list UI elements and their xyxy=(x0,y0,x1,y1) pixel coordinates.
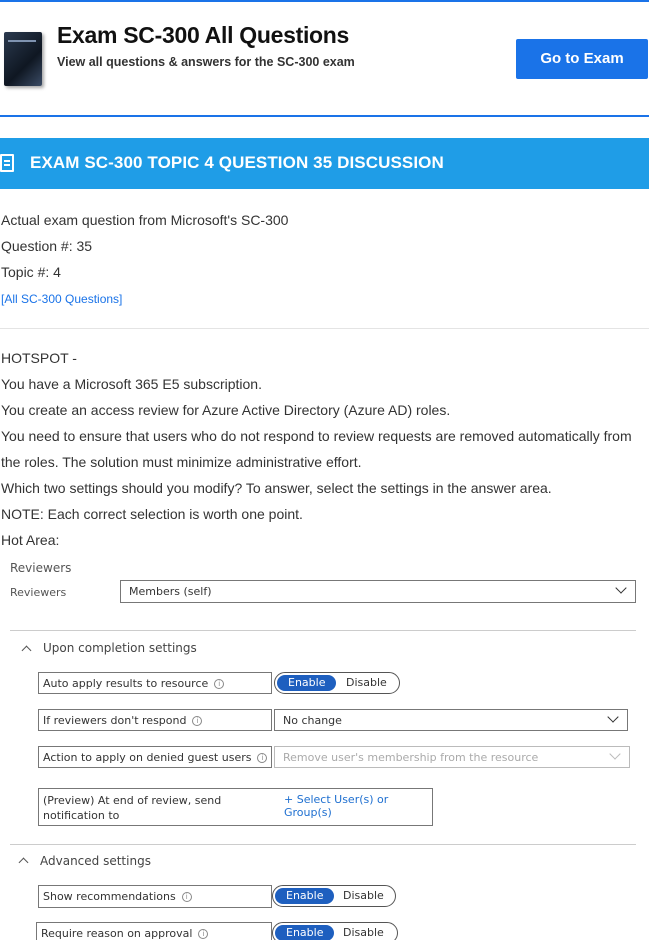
enable-option[interactable]: Enable xyxy=(275,888,335,904)
question-number: Question #: 35 xyxy=(1,238,93,254)
disable-option[interactable]: Disable xyxy=(343,926,384,939)
reviewers-label: Reviewers xyxy=(10,586,67,599)
select-users-link[interactable]: + Select User(s) or Group(s) xyxy=(284,793,432,819)
no-respond-label: If reviewers don't respond i xyxy=(43,714,203,727)
question-line: You create an access review for Azure Ac… xyxy=(1,402,451,418)
topic-number: Topic #: 4 xyxy=(1,264,61,280)
section-divider xyxy=(10,630,636,631)
denied-guest-label: Action to apply on denied guest users i xyxy=(43,751,268,764)
info-icon: i xyxy=(192,716,203,726)
auto-apply-row: Auto apply results to resource i xyxy=(38,672,272,694)
no-respond-row: If reviewers don't respond i xyxy=(38,709,272,731)
discussion-title: EXAM SC-300 TOPIC 4 QUESTION 35 DISCUSSI… xyxy=(30,153,444,172)
show-recommendations-toggle[interactable]: Enable Disable xyxy=(272,885,396,907)
question-line: You have a Microsoft 365 E5 subscription… xyxy=(1,376,262,392)
denied-guest-value: Remove user's membership from the resour… xyxy=(283,751,539,764)
reviewers-heading: Reviewers xyxy=(10,561,72,575)
reviewers-dropdown[interactable]: Members (self) xyxy=(120,580,636,603)
no-respond-value: No change xyxy=(283,714,342,727)
chevron-up-icon[interactable] xyxy=(18,857,29,868)
chevron-down-icon xyxy=(615,582,627,594)
question-line: the roles. The solution must minimize ad… xyxy=(1,454,362,470)
preview-notification-row: (Preview) At end of review, send notifica… xyxy=(38,788,433,826)
exam-book-icon xyxy=(4,32,42,86)
question-source: Actual exam question from Microsoft's SC… xyxy=(1,212,289,228)
no-respond-dropdown[interactable]: No change xyxy=(274,709,628,731)
upon-completion-heading: Upon completion settings xyxy=(43,641,197,655)
info-icon: i xyxy=(257,753,268,763)
require-reason-label: Require reason on approval i xyxy=(41,927,209,940)
enable-option[interactable]: Enable xyxy=(277,675,337,691)
info-icon: i xyxy=(181,892,192,902)
chevron-up-icon[interactable] xyxy=(21,645,32,656)
auto-apply-toggle[interactable]: Enable Disable xyxy=(274,672,400,694)
denied-guest-dropdown[interactable]: Remove user's membership from the resour… xyxy=(274,746,630,768)
exam-subtitle: View all questions & answers for the SC-… xyxy=(57,55,355,69)
require-reason-row: Require reason on approval i xyxy=(36,922,272,940)
divider xyxy=(0,328,649,329)
exam-title: Exam SC-300 All Questions xyxy=(57,22,350,48)
disable-option[interactable]: Disable xyxy=(343,889,384,902)
hot-area-image: Reviewers Reviewers Members (self) Upon … xyxy=(0,555,649,940)
discussion-banner: EXAM SC-300 TOPIC 4 QUESTION 35 DISCUSSI… xyxy=(0,138,649,189)
info-icon: i xyxy=(214,679,225,689)
question-line: Which two settings should you modify? To… xyxy=(1,480,552,496)
question-line: You need to ensure that users who do not… xyxy=(1,428,632,444)
info-icon: i xyxy=(198,929,209,939)
document-icon xyxy=(0,154,14,172)
chevron-down-icon xyxy=(609,748,621,760)
go-to-exam-button[interactable]: Go to Exam xyxy=(516,39,648,79)
show-recommendations-label: Show recommendations i xyxy=(43,890,192,903)
section-divider xyxy=(10,844,636,845)
require-reason-toggle[interactable]: Enable Disable xyxy=(272,922,398,940)
question-line: HOTSPOT - xyxy=(1,350,77,366)
show-recommendations-row: Show recommendations i xyxy=(38,885,272,908)
advanced-settings-heading: Advanced settings xyxy=(40,854,151,868)
reviewers-value: Members (self) xyxy=(129,585,212,598)
question-line: NOTE: Each correct selection is worth on… xyxy=(1,506,303,522)
all-questions-link[interactable]: [All SC-300 Questions] xyxy=(1,292,122,306)
exam-header: Exam SC-300 All Questions View all quest… xyxy=(0,2,649,117)
question-line: Hot Area: xyxy=(1,532,60,548)
auto-apply-label: Auto apply results to resource i xyxy=(43,677,225,690)
disable-option[interactable]: Disable xyxy=(346,676,387,689)
preview-notification-label: (Preview) At end of review, send notifica… xyxy=(43,794,222,822)
denied-guest-row: Action to apply on denied guest users i xyxy=(38,746,272,768)
enable-option[interactable]: Enable xyxy=(275,925,335,940)
chevron-down-icon xyxy=(607,711,619,723)
